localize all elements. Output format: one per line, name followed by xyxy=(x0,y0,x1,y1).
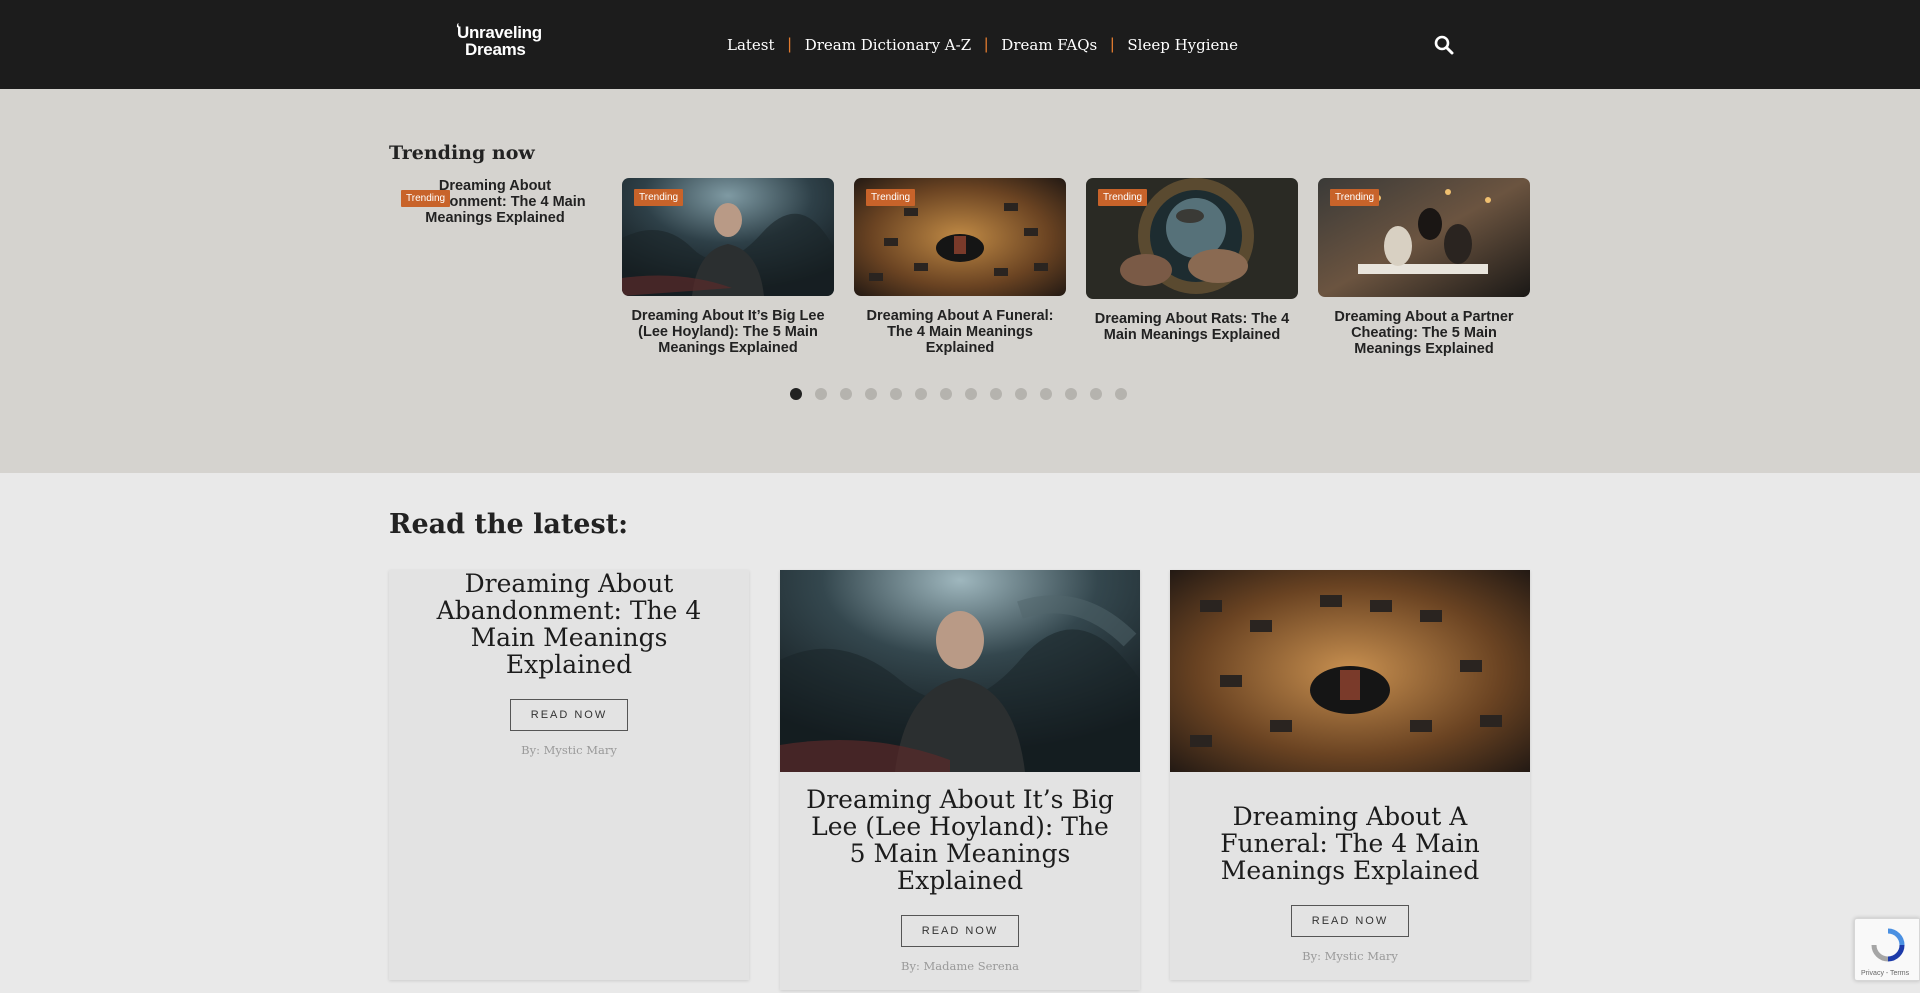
trending-heading: Trending now xyxy=(389,142,535,164)
carousel-dot[interactable] xyxy=(815,388,827,400)
trending-badge: Trending xyxy=(634,189,684,206)
read-now-button[interactable]: READ NOW xyxy=(1290,905,1410,937)
carousel-dot[interactable] xyxy=(1090,388,1102,400)
read-now-button[interactable]: READ NOW xyxy=(900,915,1020,947)
carousel-dot[interactable] xyxy=(1040,388,1052,400)
carousel-pagination xyxy=(790,388,1140,400)
trending-badge: Trending xyxy=(401,190,451,207)
carousel-dot[interactable] xyxy=(1065,388,1077,400)
carousel-dot[interactable] xyxy=(990,388,1002,400)
carousel-dot[interactable] xyxy=(1115,388,1127,400)
latest-heading: Read the latest: xyxy=(389,509,629,540)
trending-card[interactable]: Trending Dreaming About a Partner Cheati… xyxy=(1318,178,1530,357)
carousel-dot[interactable] xyxy=(915,388,927,400)
nav-dream-faqs[interactable]: Dream FAQs xyxy=(1001,36,1097,54)
latest-card-title[interactable]: Dreaming About Abandonment: The 4 Main M… xyxy=(389,570,749,678)
latest-card: Dreaming About A Funeral: The 4 Main Mea… xyxy=(1170,570,1530,980)
latest-card: Dreaming About It’s Big Lee (Lee Hoyland… xyxy=(780,570,1140,990)
trending-card-image[interactable]: Trending xyxy=(854,178,1066,296)
recaptcha-badge[interactable]: Privacy - Terms xyxy=(1854,918,1920,981)
trending-card[interactable]: Trending Dreaming About A Funeral: The 4… xyxy=(854,178,1066,356)
latest-card-image[interactable] xyxy=(780,570,1140,772)
trending-card-title[interactable]: Dreaming About a Partner Cheating: The 5… xyxy=(1318,309,1530,357)
trending-card-image[interactable]: Trending xyxy=(1318,178,1530,297)
nav-dream-dictionary[interactable]: Dream Dictionary A-Z xyxy=(805,36,971,54)
trending-card-title[interactable]: Dreaming About Rats: The 4 Main Meanings… xyxy=(1086,311,1298,343)
trending-badge: Trending xyxy=(1098,189,1148,206)
trending-card-image[interactable]: Trending xyxy=(1086,178,1298,299)
latest-card-image[interactable] xyxy=(1170,570,1530,772)
nav-separator: | xyxy=(787,36,792,53)
main-nav: Latest | Dream Dictionary A-Z | Dream FA… xyxy=(727,36,1238,54)
nav-latest[interactable]: Latest xyxy=(727,36,775,54)
trending-card-title[interactable]: Dreaming About A Funeral: The 4 Main Mea… xyxy=(854,308,1066,356)
latest-card-author: By: Madame Serena xyxy=(901,959,1019,973)
logo-quote-mark: ‘ xyxy=(456,20,460,36)
trending-card[interactable]: Trending Dreaming About It’s Big Lee (Le… xyxy=(622,178,834,356)
logo-line-2: Dreams xyxy=(465,40,526,59)
site-header: ‘ Unraveling Dreams Latest | Dream Dicti… xyxy=(0,0,1920,89)
trending-card-image[interactable]: Trending xyxy=(622,178,834,296)
carousel-dot[interactable] xyxy=(890,388,902,400)
man-in-dark-dream-image xyxy=(780,570,1140,772)
nav-sleep-hygiene[interactable]: Sleep Hygiene xyxy=(1127,36,1238,54)
trending-card-title[interactable]: Dreaming About It’s Big Lee (Lee Hoyland… xyxy=(622,308,834,356)
nav-separator: | xyxy=(984,36,989,53)
latest-card-title[interactable]: Dreaming About A Funeral: The 4 Main Mea… xyxy=(1170,803,1530,884)
carousel-dot[interactable] xyxy=(940,388,952,400)
nav-separator: | xyxy=(1110,36,1115,53)
funeral-crowd-image xyxy=(1170,570,1530,772)
latest-card-author: By: Mystic Mary xyxy=(1302,949,1398,963)
trending-badge: Trending xyxy=(1330,189,1380,206)
carousel-dot[interactable] xyxy=(965,388,977,400)
trending-card[interactable]: Trending Dreaming About Rats: The 4 Main… xyxy=(1086,178,1298,343)
latest-card-title[interactable]: Dreaming About It’s Big Lee (Lee Hoyland… xyxy=(780,786,1140,894)
carousel-dot[interactable] xyxy=(1015,388,1027,400)
read-now-button[interactable]: READ NOW xyxy=(509,699,629,731)
latest-card: Dreaming About Abandonment: The 4 Main M… xyxy=(389,570,749,980)
carousel-dot[interactable] xyxy=(865,388,877,400)
trending-section: Trending now Dreaming About Abandonment:… xyxy=(0,89,1920,473)
trending-badge: Trending xyxy=(866,189,916,206)
carousel-dot[interactable] xyxy=(790,388,802,400)
search-icon[interactable] xyxy=(1434,35,1454,55)
recaptcha-links[interactable]: Privacy - Terms xyxy=(1861,970,1909,977)
carousel-dot[interactable] xyxy=(840,388,852,400)
site-logo[interactable]: ‘ Unraveling Dreams xyxy=(456,20,542,59)
latest-card-author: By: Mystic Mary xyxy=(521,743,617,757)
recaptcha-icon xyxy=(1871,928,1905,962)
